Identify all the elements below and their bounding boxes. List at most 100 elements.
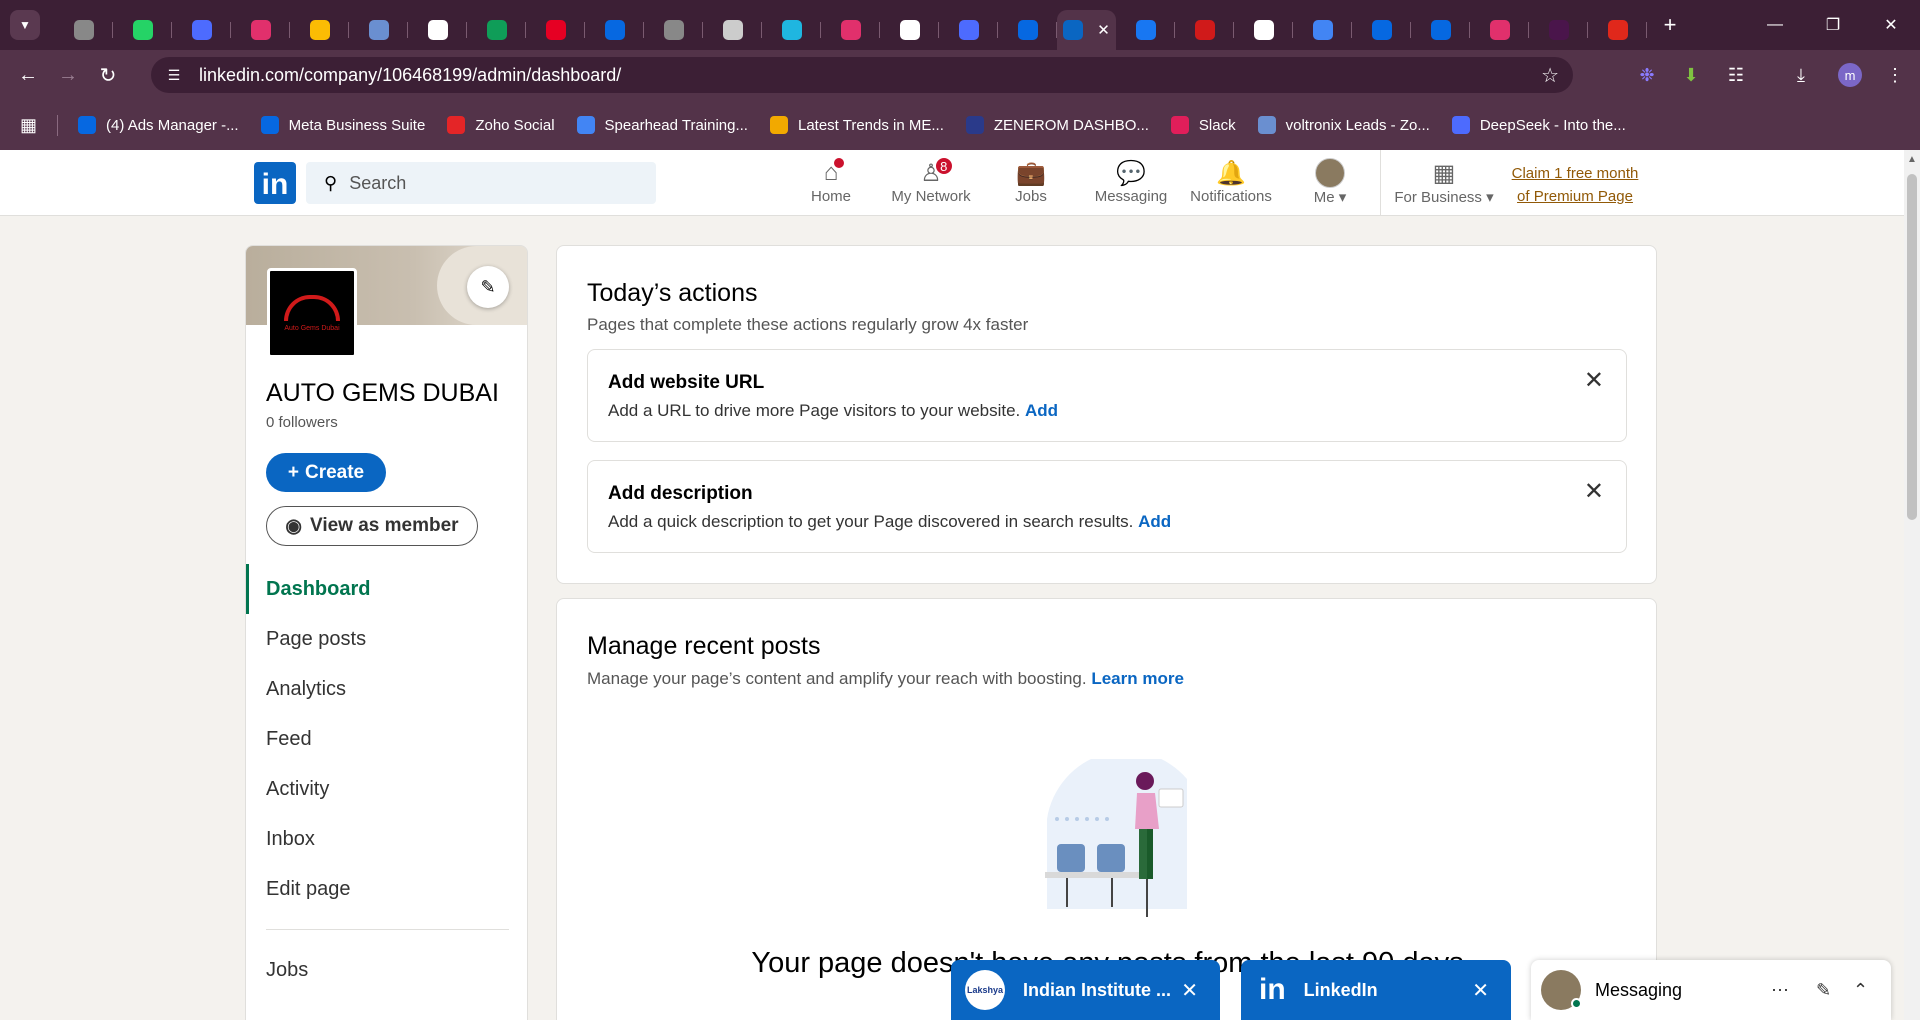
browser-tab[interactable]: [1116, 10, 1175, 50]
more-options-icon[interactable]: ⋯: [1771, 980, 1789, 1001]
bookmark-item[interactable]: voltronix Leads - Zo...: [1257, 116, 1430, 134]
nav-for-business[interactable]: ▦ For Business ▾: [1393, 158, 1495, 212]
add-description-link[interactable]: Add: [1138, 512, 1171, 531]
chat-indian-institute[interactable]: Lakshya Indian Institute ... ✕: [951, 960, 1220, 1020]
close-window-icon[interactable]: ✕: [1862, 0, 1920, 50]
browser-tab[interactable]: ✕: [1057, 10, 1116, 50]
bookmark-item[interactable]: Meta Business Suite: [260, 116, 426, 134]
browser-tab[interactable]: [172, 10, 231, 50]
site-info-icon[interactable]: ☰: [163, 64, 185, 86]
dismiss-close-icon[interactable]: ✕: [1584, 477, 1604, 506]
learn-more-link[interactable]: Learn more: [1091, 669, 1184, 688]
bookmark-item[interactable]: DeepSeek - Into the...: [1451, 116, 1626, 134]
menu-page-posts[interactable]: Page posts: [246, 614, 527, 664]
menu-jobs[interactable]: Jobs: [246, 945, 527, 995]
bookmark-item[interactable]: Zoho Social: [447, 116, 555, 134]
browser-tab[interactable]: [880, 10, 939, 50]
browser-tab[interactable]: [1175, 10, 1234, 50]
close-chat-icon[interactable]: ✕: [1472, 978, 1489, 1003]
browser-tab[interactable]: [1352, 10, 1411, 50]
browser-menu-icon[interactable]: ⋮: [1880, 50, 1910, 100]
nav-my-network[interactable]: ♙ 8 My Network: [885, 156, 977, 212]
bookmark-item[interactable]: Slack: [1170, 116, 1236, 134]
browser-tab[interactable]: [526, 10, 585, 50]
nav-home[interactable]: ⌂ Home: [800, 156, 862, 212]
browser-tab[interactable]: [467, 10, 526, 50]
bookmark-label: Meta Business Suite: [288, 116, 426, 134]
menu-activity[interactable]: Activity: [246, 764, 527, 814]
browser-tab[interactable]: [939, 10, 998, 50]
search-input[interactable]: [349, 172, 630, 194]
menu-inbox[interactable]: Inbox: [246, 814, 527, 864]
browser-tab[interactable]: [585, 10, 644, 50]
menu-analytics[interactable]: Analytics: [246, 664, 527, 714]
browser-tab[interactable]: [998, 10, 1057, 50]
compose-icon[interactable]: ✎: [1816, 980, 1831, 1001]
nav-jobs[interactable]: 💼 Jobs: [1005, 158, 1057, 212]
browser-tab[interactable]: [408, 10, 467, 50]
extension-gear-icon[interactable]: ❉: [1632, 50, 1662, 100]
browser-tab[interactable]: [290, 10, 349, 50]
edit-page-button[interactable]: ✎: [467, 266, 509, 308]
profile-button[interactable]: m: [1835, 50, 1865, 100]
browser-tab[interactable]: [762, 10, 821, 50]
downloads-icon[interactable]: ⤓: [1786, 50, 1816, 100]
dismiss-close-icon[interactable]: ✕: [1584, 366, 1604, 395]
browser-tab[interactable]: [113, 10, 172, 50]
chat-linkedin[interactable]: in LinkedIn ✕: [1241, 960, 1511, 1020]
create-button[interactable]: + Create: [266, 453, 386, 492]
browser-tab[interactable]: [349, 10, 408, 50]
bookmark-item[interactable]: Spearhead Training...: [576, 116, 748, 134]
nav-jobs-label: Jobs: [1015, 188, 1047, 205]
tab-search-button[interactable]: ▼: [10, 10, 40, 40]
menu-feed[interactable]: Feed: [246, 714, 527, 764]
linkedin-logo[interactable]: in: [254, 162, 296, 204]
bookmark-item[interactable]: ZENEROM DASHBO...: [965, 116, 1149, 134]
bookmark-item[interactable]: (4) Ads Manager -...: [78, 116, 239, 134]
minimize-icon[interactable]: —: [1746, 0, 1804, 50]
download-extension-icon[interactable]: ⬇: [1676, 50, 1706, 100]
nav-messaging[interactable]: 💬 Messaging: [1090, 158, 1172, 212]
company-logo[interactable]: Auto Gems Dubai: [267, 268, 357, 358]
chevron-up-icon[interactable]: ⌃: [1853, 980, 1868, 1001]
premium-upsell-link[interactable]: Claim 1 free month of Premium Page: [1505, 162, 1645, 208]
browser-tab[interactable]: [1529, 10, 1588, 50]
browser-tab[interactable]: [703, 10, 762, 50]
browser-tab[interactable]: [1293, 10, 1352, 50]
view-as-member-button[interactable]: ◉ View as member: [266, 506, 478, 546]
nav-notifications[interactable]: 🔔 Notifications: [1187, 158, 1275, 212]
forward-icon[interactable]: →: [48, 64, 88, 87]
manage-posts-card: Manage recent posts Manage your page’s c…: [556, 598, 1657, 1020]
browser-tab[interactable]: [644, 10, 703, 50]
browser-tab[interactable]: [1588, 10, 1647, 50]
browser-tab[interactable]: [1411, 10, 1470, 50]
scrollbar-thumb[interactable]: [1907, 174, 1917, 520]
messaging-panel[interactable]: Messaging ⋯ ✎ ⌃: [1531, 960, 1891, 1020]
bookmark-item[interactable]: Latest Trends in ME...: [769, 116, 944, 134]
search-box[interactable]: ⚲: [306, 162, 656, 204]
menu-edit-page[interactable]: Edit page: [246, 864, 527, 914]
url-text[interactable]: linkedin.com/company/106468199/admin/das…: [199, 65, 621, 86]
desk: [1045, 872, 1145, 878]
menu-dashboard[interactable]: Dashboard: [246, 564, 527, 614]
browser-tab[interactable]: [54, 10, 113, 50]
scroll-up-icon[interactable]: ▲: [1907, 154, 1917, 165]
reload-icon[interactable]: ↻: [88, 63, 128, 88]
browser-tab[interactable]: [231, 10, 290, 50]
browser-tab[interactable]: [1470, 10, 1529, 50]
extensions-puzzle-icon[interactable]: ☷: [1721, 50, 1751, 100]
back-icon[interactable]: ←: [8, 64, 48, 87]
omnibox[interactable]: ☰ linkedin.com/company/106468199/admin/d…: [151, 57, 1573, 93]
restore-icon[interactable]: ❐: [1804, 0, 1862, 50]
apps-grid-icon[interactable]: ▦: [20, 114, 59, 136]
browser-tab[interactable]: [1234, 10, 1293, 50]
page-scrollbar[interactable]: ▲: [1904, 150, 1920, 1020]
browser-tab[interactable]: [821, 10, 880, 50]
close-chat-icon[interactable]: ✕: [1181, 978, 1198, 1003]
bookmark-star-icon[interactable]: ☆: [1541, 63, 1559, 88]
new-tab-button[interactable]: +: [1655, 12, 1685, 38]
close-tab-icon[interactable]: ✕: [1097, 21, 1110, 39]
meta-icon: [1017, 20, 1038, 40]
add-website-link[interactable]: Add: [1025, 401, 1058, 420]
nav-me[interactable]: Me ▾: [1305, 158, 1355, 212]
